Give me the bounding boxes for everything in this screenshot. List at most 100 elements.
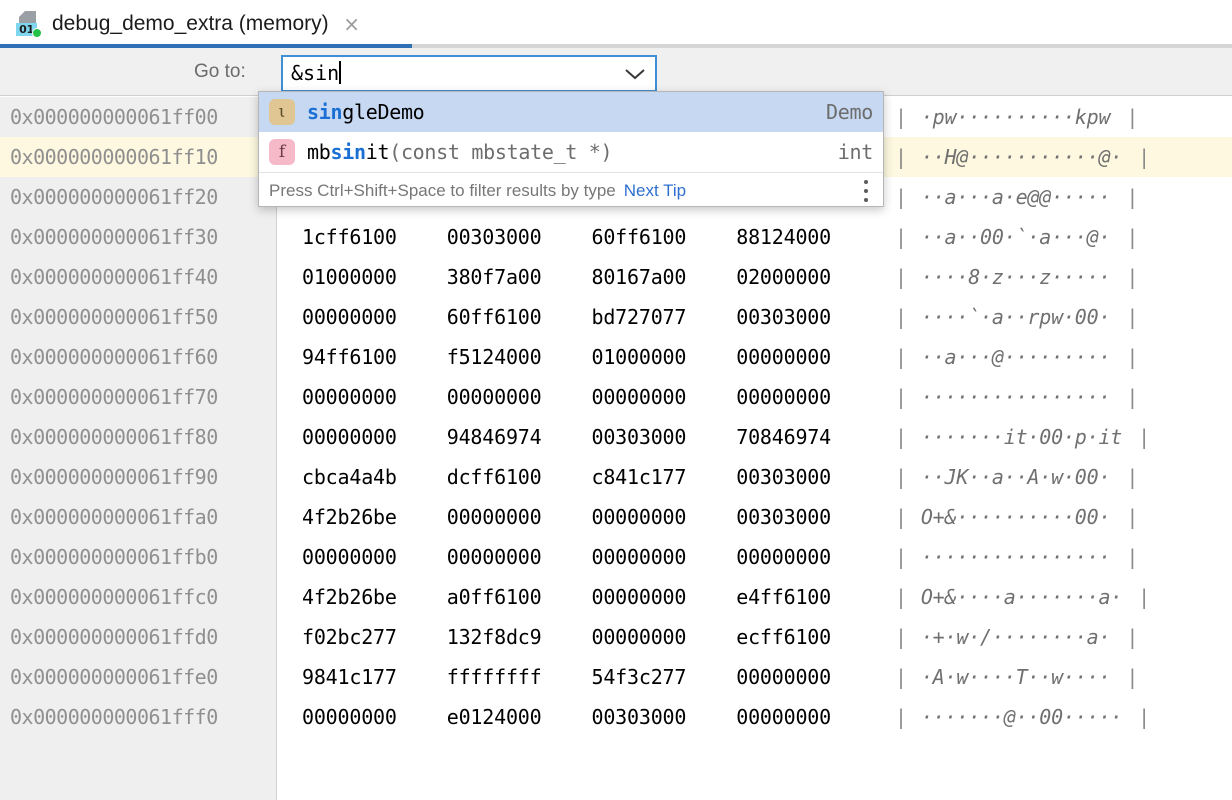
memory-hex-group[interactable]: 00000000	[447, 545, 572, 569]
memory-hex-group[interactable]: 00000000	[736, 545, 861, 569]
next-tip-link[interactable]: Next Tip	[624, 181, 686, 201]
autocomplete-popup[interactable]: ι singleDemo Demo f mbsinit(const mbstate_t …	[258, 91, 884, 207]
memory-hex-group[interactable]: c841c177	[592, 465, 717, 489]
memory-hex-group[interactable]: 80167a00	[592, 265, 717, 289]
memory-hex-group[interactable]: 00000000	[736, 345, 861, 369]
memory-ascii-cells[interactable]: | ··a···@········· |	[881, 337, 1232, 377]
memory-hex-group[interactable]: 60ff6100	[592, 225, 717, 249]
chevron-down-icon[interactable]	[615, 57, 655, 90]
goto-combobox[interactable]: &sin	[281, 55, 657, 92]
memory-hex-group[interactable]: 00000000	[302, 545, 427, 569]
memory-hex-group[interactable]: 00000000	[302, 385, 427, 409]
memory-hex-group[interactable]: 132f8dc9	[447, 625, 572, 649]
memory-hex-cells[interactable]: 00000000 00000000 00000000 00000000	[276, 537, 881, 577]
memory-hex-cells[interactable]: 1cff6100 00303000 60ff6100 88124000	[276, 217, 881, 257]
memory-row[interactable]: 0x000000000061ff30 1cff6100 00303000 60ff61…	[0, 217, 1232, 257]
autocomplete-item[interactable]: ι singleDemo Demo	[259, 92, 883, 132]
memory-hex-group[interactable]: e4ff6100	[736, 585, 861, 609]
memory-row[interactable]: 0x000000000061fff0 00000000 e0124000 003030…	[0, 697, 1232, 737]
memory-row[interactable]: 0x000000000061ffa0 4f2b26be 00000000 000000…	[0, 497, 1232, 537]
memory-ascii-cells[interactable]: | ················ |	[881, 537, 1232, 577]
memory-ascii-cells[interactable]: | ·A·w····T··w···· |	[881, 657, 1232, 697]
memory-ascii-cells[interactable]: | ··JK··a··A·w·00· |	[881, 457, 1232, 497]
memory-hex-cells[interactable]: 4f2b26be 00000000 00000000 00303000	[276, 497, 881, 537]
memory-ascii-cells[interactable]: | O+&··········00· |	[881, 497, 1232, 537]
memory-hex-group[interactable]: 00000000	[592, 625, 717, 649]
memory-ascii-cells[interactable]: | ····`·a··rpw·00· |	[881, 297, 1232, 337]
memory-hex-cells[interactable]: f02bc277 132f8dc9 00000000 ecff6100	[276, 617, 881, 657]
memory-ascii-cells[interactable]: | ·pw··········kpw |	[881, 97, 1232, 137]
memory-hex-group[interactable]: 00000000	[736, 705, 861, 729]
memory-hex-group[interactable]: 00303000	[592, 425, 717, 449]
memory-hex-group[interactable]: 00303000	[736, 305, 861, 329]
memory-hex-cells[interactable]: 00000000 94846974 00303000 70846974	[276, 417, 881, 457]
memory-hex-group[interactable]: 94846974	[447, 425, 572, 449]
memory-hex-group[interactable]: 00303000	[736, 465, 861, 489]
memory-hex-group[interactable]: 00303000	[736, 505, 861, 529]
memory-ascii-cells[interactable]: | ·······it·00·p·it |	[881, 417, 1232, 457]
memory-ascii-cells[interactable]: | O+&····a·······a· |	[881, 577, 1232, 617]
memory-ascii-cells[interactable]: | ··H@···········@· |	[881, 137, 1232, 177]
memory-hex-group[interactable]: ecff6100	[736, 625, 861, 649]
memory-hex-group[interactable]: 88124000	[736, 225, 861, 249]
memory-ascii-cells[interactable]: | ················ |	[881, 377, 1232, 417]
memory-hex-group[interactable]: 9841c177	[302, 665, 427, 689]
memory-hex-group[interactable]: 00303000	[592, 705, 717, 729]
memory-row[interactable]: 0x000000000061ffc0 4f2b26be a0ff6100 000000…	[0, 577, 1232, 617]
memory-ascii-cells[interactable]: | ····8·z···z····· |	[881, 257, 1232, 297]
memory-hex-group[interactable]: 380f7a00	[447, 265, 572, 289]
memory-hex-cells[interactable]: 01000000 380f7a00 80167a00 02000000	[276, 257, 881, 297]
autocomplete-item[interactable]: f mbsinit(const mbstate_t *) int	[259, 132, 883, 172]
memory-hex-group[interactable]: 00000000	[447, 385, 572, 409]
memory-row[interactable]: 0x000000000061ff70 00000000 00000000 000000…	[0, 377, 1232, 417]
memory-ascii-cells[interactable]: | ··a···a·e@@····· |	[881, 177, 1232, 217]
memory-hex-cells[interactable]: 9841c177 ffffffff 54f3c277 00000000	[276, 657, 881, 697]
memory-hex-cells[interactable]: 00000000 00000000 00000000 00000000	[276, 377, 881, 417]
memory-ascii-cells[interactable]: | ·+·w·/········a· |	[881, 617, 1232, 657]
memory-hex-group[interactable]: e0124000	[447, 705, 572, 729]
memory-hex-group[interactable]: f5124000	[447, 345, 572, 369]
memory-hex-group[interactable]: 00000000	[736, 385, 861, 409]
memory-row[interactable]: 0x000000000061ff80 00000000 94846974 003030…	[0, 417, 1232, 457]
memory-hex-group[interactable]: ffffffff	[447, 665, 572, 689]
memory-ascii-cells[interactable]: | ··a··00·`·a···@· |	[881, 217, 1232, 257]
memory-hex-group[interactable]: 1cff6100	[302, 225, 427, 249]
memory-hex-group[interactable]: 01000000	[592, 345, 717, 369]
memory-hex-group[interactable]: a0ff6100	[447, 585, 572, 609]
memory-hex-group[interactable]: 00000000	[736, 665, 861, 689]
memory-hex-group[interactable]: 00000000	[302, 305, 427, 329]
memory-row[interactable]: 0x000000000061ffb0 00000000 00000000 000000…	[0, 537, 1232, 577]
memory-hex-cells[interactable]: 00000000 e0124000 00303000 00000000	[276, 697, 881, 737]
memory-hex-cells[interactable]: 00000000 60ff6100 bd727077 00303000	[276, 297, 881, 337]
memory-hex-group[interactable]: 00000000	[592, 505, 717, 529]
memory-row[interactable]: 0x000000000061ff40 01000000 380f7a00 80167a…	[0, 257, 1232, 297]
close-icon[interactable]: ×	[341, 13, 363, 35]
memory-hex-group[interactable]: f02bc277	[302, 625, 427, 649]
memory-hex-group[interactable]: 00000000	[302, 705, 427, 729]
memory-row[interactable]: 0x000000000061ff60 94ff6100 f5124000 010000…	[0, 337, 1232, 377]
memory-hex-group[interactable]: 00303000	[447, 225, 572, 249]
memory-hex-group[interactable]: 70846974	[736, 425, 861, 449]
memory-hex-group[interactable]: 60ff6100	[447, 305, 572, 329]
memory-hex-cells[interactable]: 94ff6100 f5124000 01000000 00000000	[276, 337, 881, 377]
memory-hex-group[interactable]: 4f2b26be	[302, 505, 427, 529]
memory-row[interactable]: 0x000000000061ff90 cbca4a4b dcff6100 c841c1…	[0, 457, 1232, 497]
memory-hex-group[interactable]: 00000000	[302, 425, 427, 449]
memory-hex-group[interactable]: cbca4a4b	[302, 465, 427, 489]
memory-hex-group[interactable]: 01000000	[302, 265, 427, 289]
memory-hex-cells[interactable]: 4f2b26be a0ff6100 00000000 e4ff6100	[276, 577, 881, 617]
memory-hex-group[interactable]: 00000000	[592, 545, 717, 569]
memory-row[interactable]: 0x000000000061ffe0 9841c177 ffffffff 54f3c2…	[0, 657, 1232, 697]
kebab-menu-icon[interactable]	[863, 180, 869, 202]
memory-hex-group[interactable]: 94ff6100	[302, 345, 427, 369]
tab-debug-demo-extra-memory[interactable]: 01 debug_demo_extra (memory) ×	[0, 0, 412, 48]
memory-row[interactable]: 0x000000000061ff50 00000000 60ff6100 bd7270…	[0, 297, 1232, 337]
memory-hex-group[interactable]: 54f3c277	[592, 665, 717, 689]
memory-hex-cells[interactable]: cbca4a4b dcff6100 c841c177 00303000	[276, 457, 881, 497]
memory-hex-group[interactable]: dcff6100	[447, 465, 572, 489]
memory-hex-group[interactable]: 02000000	[736, 265, 861, 289]
memory-hex-group[interactable]: 00000000	[592, 385, 717, 409]
memory-hex-group[interactable]: bd727077	[592, 305, 717, 329]
memory-hex-group[interactable]: 00000000	[592, 585, 717, 609]
memory-row[interactable]: 0x000000000061ffd0 f02bc277 132f8dc9 000000…	[0, 617, 1232, 657]
